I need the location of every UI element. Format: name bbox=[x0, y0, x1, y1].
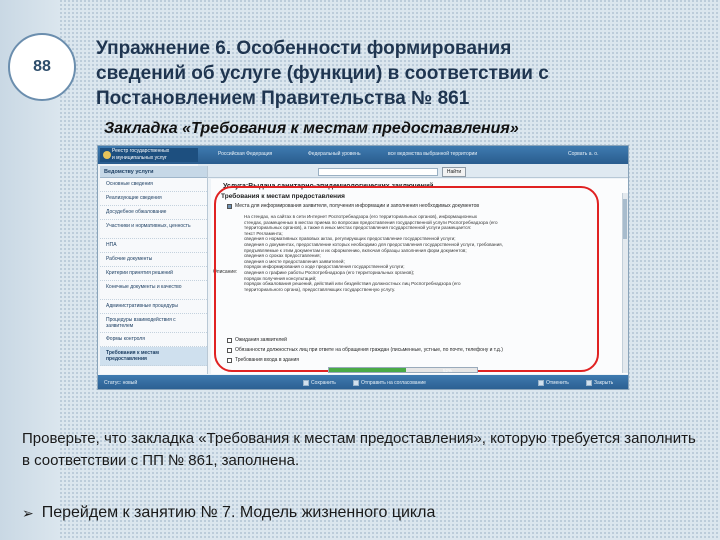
scrollbar-thumb[interactable] bbox=[623, 199, 627, 239]
nav-user[interactable]: Сорвать а. о. bbox=[568, 151, 598, 157]
embedded-screenshot: Реестр государственных и муниципальных у… bbox=[97, 145, 629, 390]
sidebar-item-control-forms[interactable]: Формы контроля bbox=[100, 333, 207, 347]
logo-line: и муниципальных услуг bbox=[112, 155, 167, 161]
cancel-label: Отменить bbox=[546, 380, 569, 386]
close-button[interactable]: Закрыть bbox=[586, 380, 613, 386]
next-step-text: Перейдем к занятию № 7. Модель жизненног… bbox=[41, 504, 436, 521]
sidebar-item-decision-criteria[interactable]: Критерии принятия решений bbox=[100, 267, 207, 281]
arrow-bullet-icon: ➢ bbox=[22, 504, 34, 521]
status-text: Статус: новый bbox=[104, 380, 138, 386]
emblem-icon bbox=[103, 151, 111, 159]
nav-federation[interactable]: Российская Федерация bbox=[218, 151, 272, 157]
sidebar-item-working-docs[interactable]: Рабочие документы bbox=[100, 253, 207, 267]
progress-bar bbox=[328, 367, 478, 373]
save-label: Сохранить bbox=[311, 380, 336, 386]
cancel-button[interactable]: Отменить bbox=[538, 380, 569, 386]
send-approval-label: Отправить на согласование bbox=[361, 380, 426, 386]
main-content: Услуга:Выдача санитарно-эпидемиологическ… bbox=[211, 179, 628, 374]
sidebar-item-implementing[interactable]: Реализующие сведения bbox=[100, 192, 207, 206]
sidebar: Ведомству услуги Основные сведения Реали… bbox=[100, 166, 208, 374]
progress-label: 52% bbox=[443, 368, 453, 373]
status-bar: Статус: новый Сохранить Отправить на сог… bbox=[98, 375, 628, 389]
page-number-badge: 88 bbox=[8, 33, 76, 101]
registry-logo[interactable]: Реестр государственных и муниципальных у… bbox=[100, 148, 198, 162]
instruction-text: Проверьте, что закладка «Требования к ме… bbox=[22, 430, 696, 469]
slide-title-line: сведений об услуге (функции) в соответст… bbox=[96, 63, 549, 84]
slide-title-line: Постановлением Правительства № 861 bbox=[96, 88, 470, 109]
sidebar-item-final-docs[interactable]: Конечные документы и качество bbox=[100, 281, 207, 300]
sidebar-item-pretrial-appeal[interactable]: Досудебное обжалование bbox=[100, 206, 207, 220]
top-bar: Реестр государственных и муниципальных у… bbox=[98, 146, 628, 164]
progress-fill bbox=[329, 368, 406, 372]
nav-federal-level[interactable]: Федеральный уровень bbox=[308, 151, 361, 157]
search-row: Найти bbox=[198, 164, 628, 178]
search-input[interactable] bbox=[318, 168, 438, 176]
highlight-frame bbox=[214, 186, 599, 372]
close-label: Закрыть bbox=[594, 380, 614, 386]
sidebar-item-admin-procedures[interactable]: Административные процедуры bbox=[100, 300, 207, 314]
sidebar-item-interaction-procedures[interactable]: Процедуры взаимодействия с заявителем bbox=[100, 314, 207, 333]
next-step-bullet: ➢ Перейдем к занятию № 7. Модель жизненн… bbox=[22, 504, 435, 522]
sidebar-header: Ведомству услуги bbox=[100, 166, 207, 178]
send-icon bbox=[353, 380, 359, 386]
save-button[interactable]: Сохранить bbox=[303, 380, 336, 386]
nav-all-agencies[interactable]: все ведомства выбранной территории bbox=[388, 151, 477, 157]
logo-line: Реестр государственных bbox=[112, 148, 170, 154]
send-approval-button[interactable]: Отправить на согласование bbox=[353, 380, 426, 386]
slide-title-line: Упражнение 6. Особенности формирования bbox=[96, 38, 512, 59]
search-button[interactable]: Найти bbox=[442, 167, 466, 177]
sidebar-item-participants[interactable]: Участники и нормативных, ценность bbox=[100, 220, 207, 239]
cancel-icon bbox=[538, 380, 544, 386]
slide-subtitle: Закладка «Требования к местам предоставл… bbox=[104, 120, 519, 137]
sidebar-item-basic-info[interactable]: Основные сведения bbox=[100, 178, 207, 192]
sidebar-item-npa[interactable]: НПА bbox=[100, 239, 207, 253]
close-icon bbox=[586, 380, 592, 386]
save-icon bbox=[303, 380, 309, 386]
slide-title: Упражнение 6. Особенности формирования с… bbox=[96, 36, 696, 111]
sidebar-item-location-requirements[interactable]: Требования к местам предоставления bbox=[100, 347, 207, 366]
